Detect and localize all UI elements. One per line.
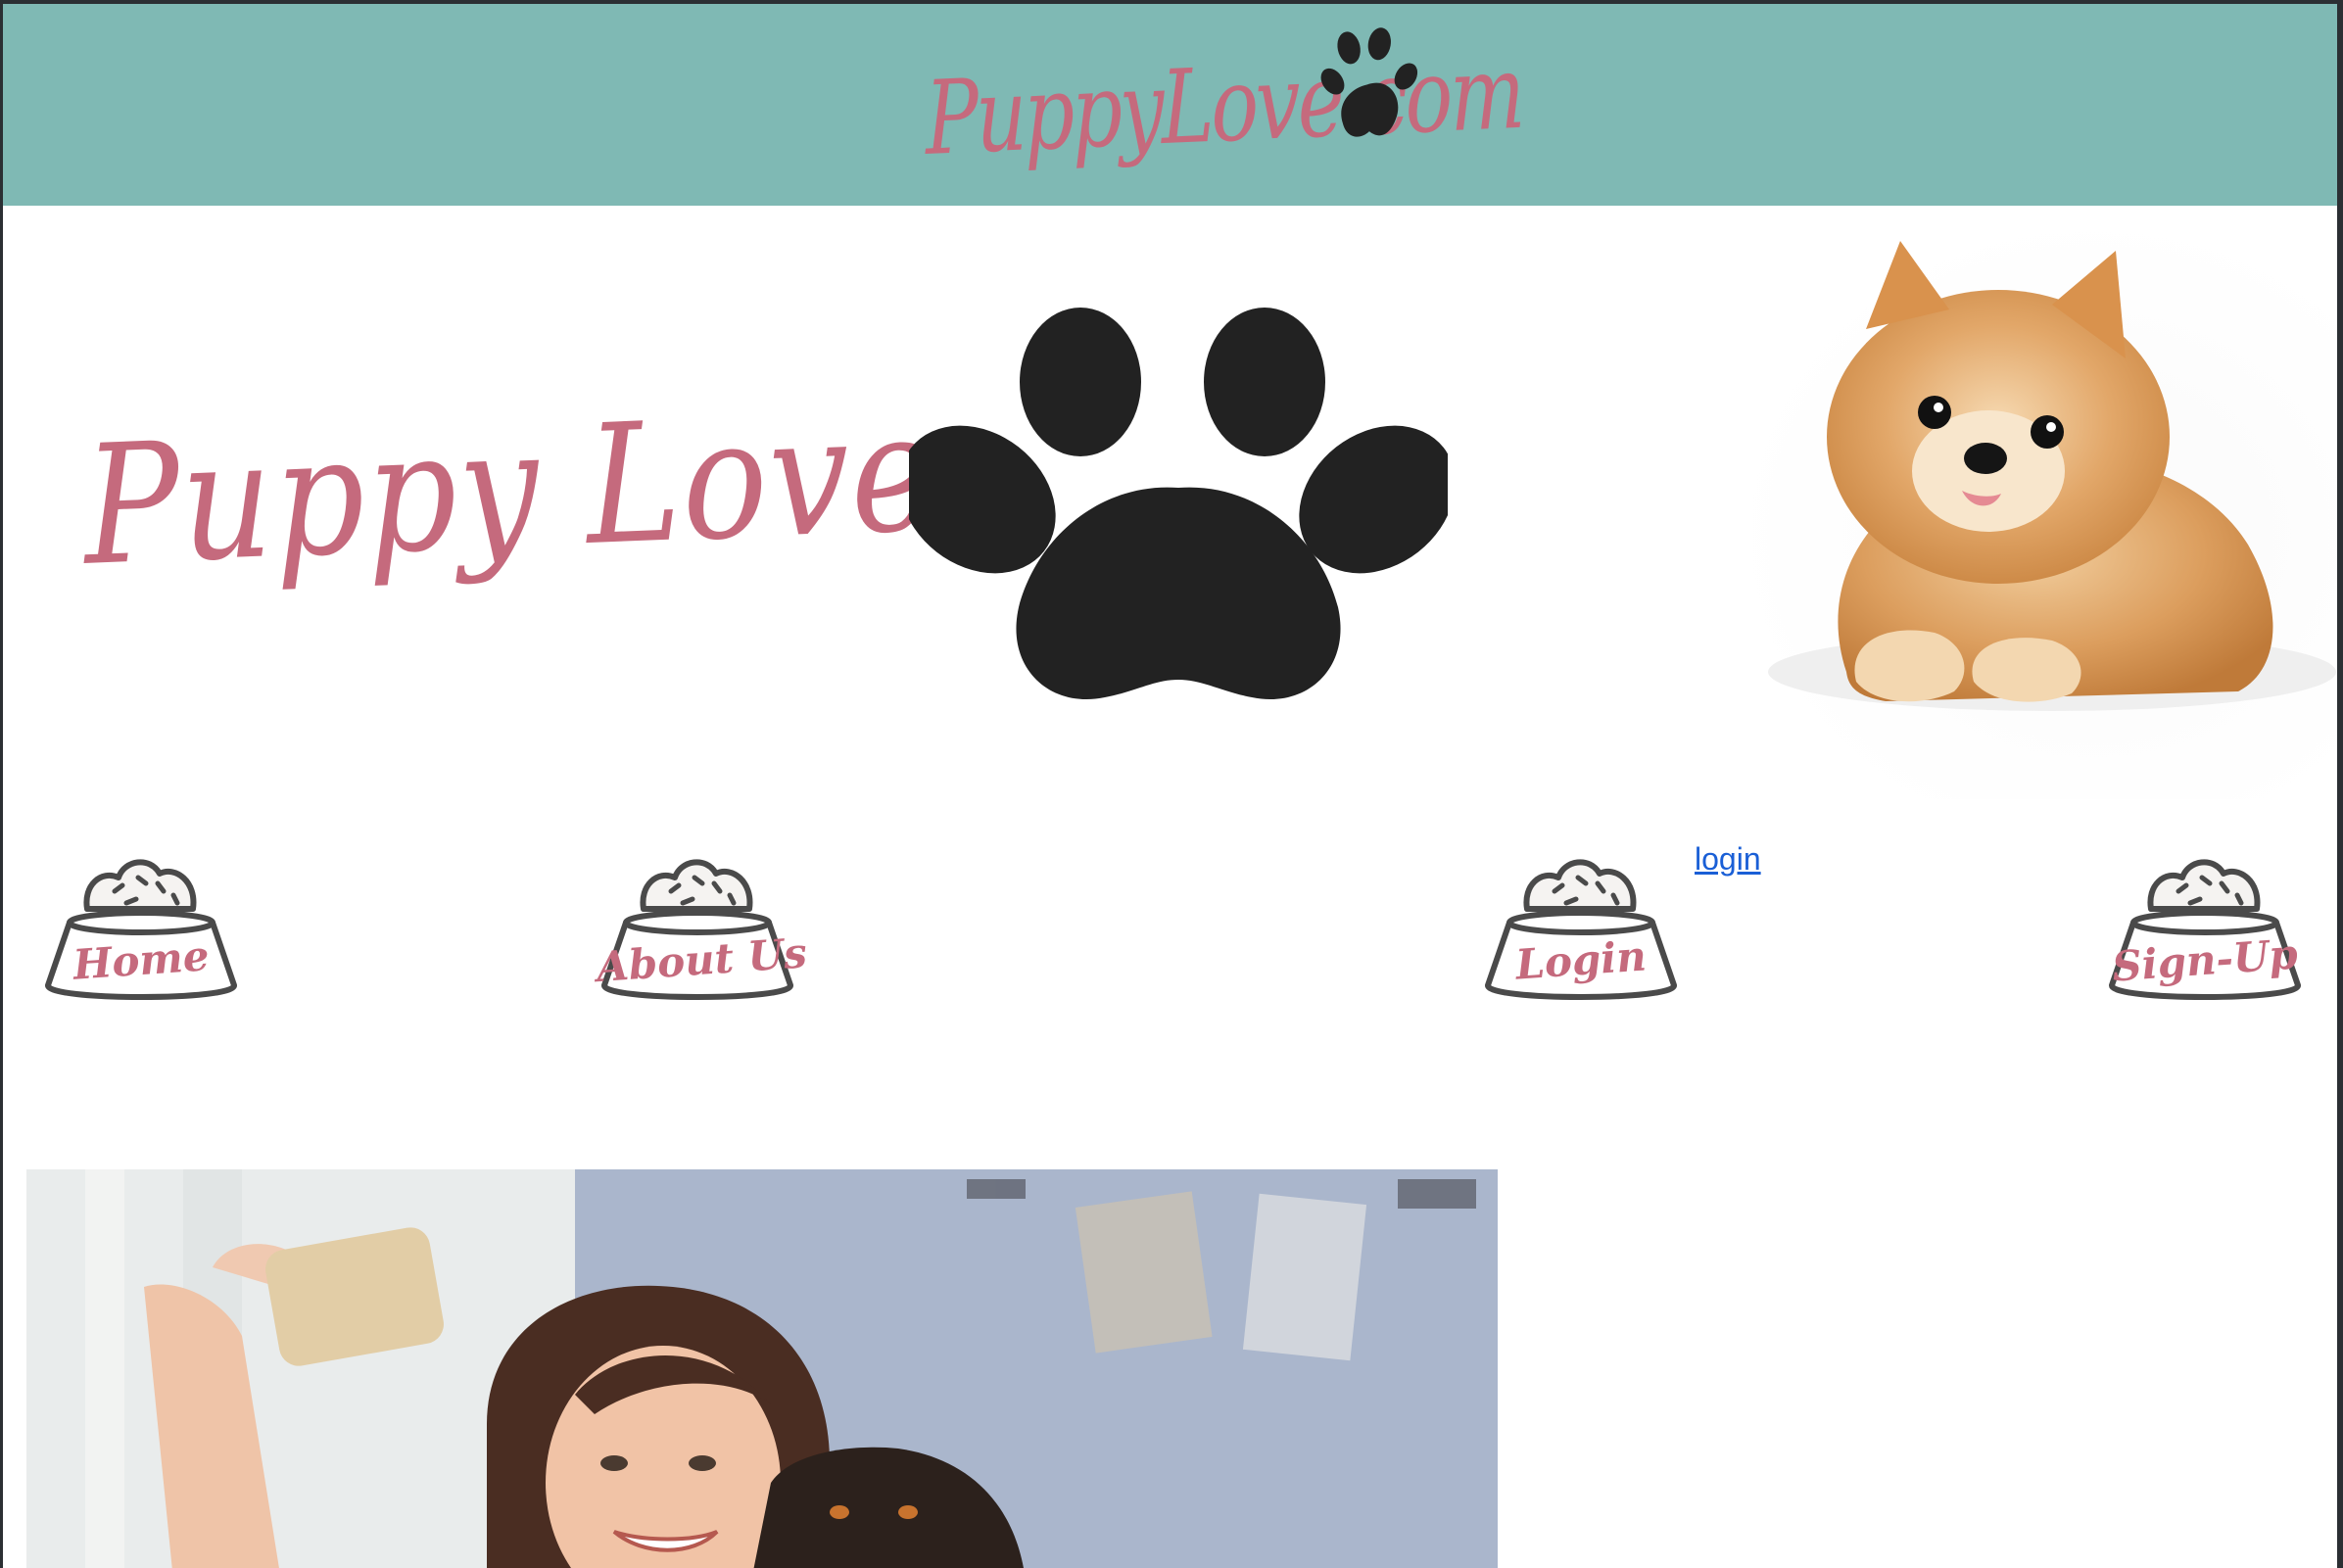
nav-home-button[interactable]: Home bbox=[40, 848, 242, 1005]
pomeranian-puppy-photo bbox=[1729, 212, 2336, 799]
paw-print-icon bbox=[909, 308, 1448, 700]
nav-sign-up-button[interactable]: Sign-Up bbox=[2104, 848, 2306, 1005]
site-header: PuppyLove.com bbox=[3, 4, 2337, 206]
site-logo[interactable]: PuppyLove.com bbox=[924, 27, 1523, 208]
login-text-link[interactable]: login bbox=[1695, 841, 1761, 878]
paw-print-icon bbox=[1320, 27, 1418, 137]
pomeranian-puppy-illustration bbox=[1768, 241, 2336, 711]
hero-title: Puppy Love bbox=[81, 375, 939, 602]
nav-login-button[interactable]: Login bbox=[1480, 848, 1682, 1005]
woman-selfie-with-dog-photo bbox=[26, 1169, 1498, 1568]
feature-photo-illustration bbox=[26, 1169, 1498, 1568]
site-logo-text: PuppyLove.com bbox=[924, 31, 1524, 178]
browser-page: PuppyLove.com Puppy Love Home About Us L… bbox=[3, 4, 2337, 1568]
nav-about-us-button[interactable]: About Us bbox=[596, 848, 808, 1005]
